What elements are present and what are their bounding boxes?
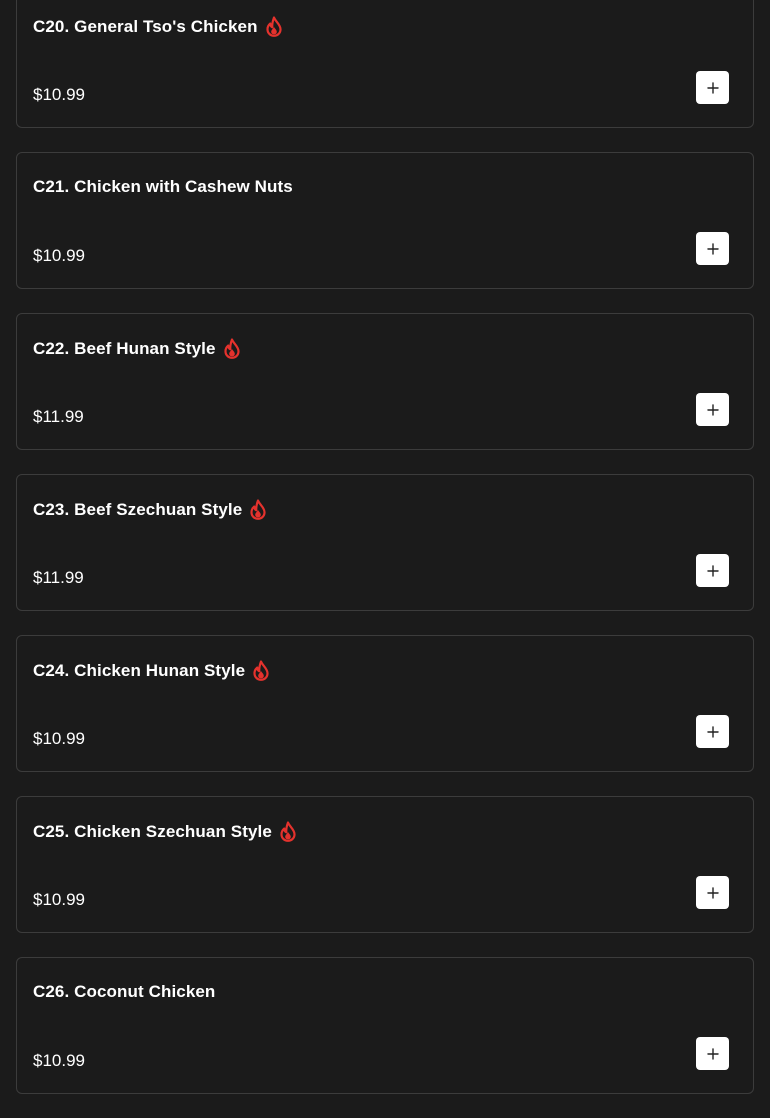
add-to-cart-button[interactable] [696, 71, 729, 104]
plus-icon [706, 725, 719, 738]
menu-item-title: C20. General Tso's Chicken [33, 16, 283, 37]
plus-icon [706, 886, 719, 899]
add-to-cart-button[interactable] [696, 1037, 729, 1070]
menu-item-name: C24. Chicken Hunan Style [33, 660, 246, 680]
menu-item-price: $10.99 [33, 85, 85, 104]
menu-item-name: C26. Coconut Chicken [33, 982, 216, 1001]
spicy-flame-icon [279, 821, 297, 842]
add-to-cart-button[interactable] [696, 554, 729, 587]
menu-item-card[interactable]: C24. Chicken Hunan Style $10.99 [16, 635, 754, 772]
plus-icon [706, 564, 719, 577]
menu-item-card[interactable]: C20. General Tso's Chicken $10.99 [16, 0, 754, 128]
menu-item-price: $10.99 [33, 246, 85, 265]
plus-icon [706, 242, 719, 255]
menu-item-title: C26. Coconut Chicken [33, 982, 215, 1002]
menu-item-price: $11.99 [33, 568, 84, 587]
menu-item-card[interactable]: C26. Coconut Chicken $10.99 [16, 957, 754, 1094]
spicy-flame-icon [265, 16, 283, 37]
add-to-cart-button[interactable] [696, 876, 729, 909]
menu-item-name: C22. Beef Hunan Style [33, 338, 216, 358]
menu-item-price: $10.99 [33, 890, 85, 909]
menu-item-title: C22. Beef Hunan Style [33, 338, 241, 359]
add-to-cart-button[interactable] [696, 715, 729, 748]
menu-item-price: $10.99 [33, 1051, 85, 1070]
menu-item-name: C21. Chicken with Cashew Nuts [33, 177, 293, 196]
menu-item-title: C24. Chicken Hunan Style [33, 660, 270, 681]
menu-item-card[interactable]: C22. Beef Hunan Style $11.99 [16, 313, 754, 450]
add-to-cart-button[interactable] [696, 393, 729, 426]
plus-icon [706, 1047, 719, 1060]
menu-item-card[interactable]: C25. Chicken Szechuan Style $10.99 [16, 796, 754, 933]
plus-icon [706, 403, 719, 416]
menu-item-title: C21. Chicken with Cashew Nuts [33, 177, 293, 197]
menu-item-price: $10.99 [33, 729, 85, 748]
menu-item-name: C20. General Tso's Chicken [33, 16, 258, 36]
menu-item-list: C20. General Tso's Chicken $10.99 C21. C… [16, 0, 754, 1118]
menu-item-card[interactable]: C23. Beef Szechuan Style $11.99 [16, 474, 754, 611]
menu-item-price: $11.99 [33, 407, 84, 426]
spicy-flame-icon [223, 338, 241, 359]
spicy-flame-icon [249, 499, 267, 520]
spicy-flame-icon [252, 660, 270, 681]
add-to-cart-button[interactable] [696, 232, 729, 265]
plus-icon [706, 81, 719, 94]
menu-item-title: C25. Chicken Szechuan Style [33, 821, 297, 842]
menu-item-name: C23. Beef Szechuan Style [33, 499, 243, 519]
menu-item-card[interactable]: C21. Chicken with Cashew Nuts $10.99 [16, 152, 754, 289]
menu-item-name: C25. Chicken Szechuan Style [33, 821, 272, 841]
menu-item-title: C23. Beef Szechuan Style [33, 499, 267, 520]
